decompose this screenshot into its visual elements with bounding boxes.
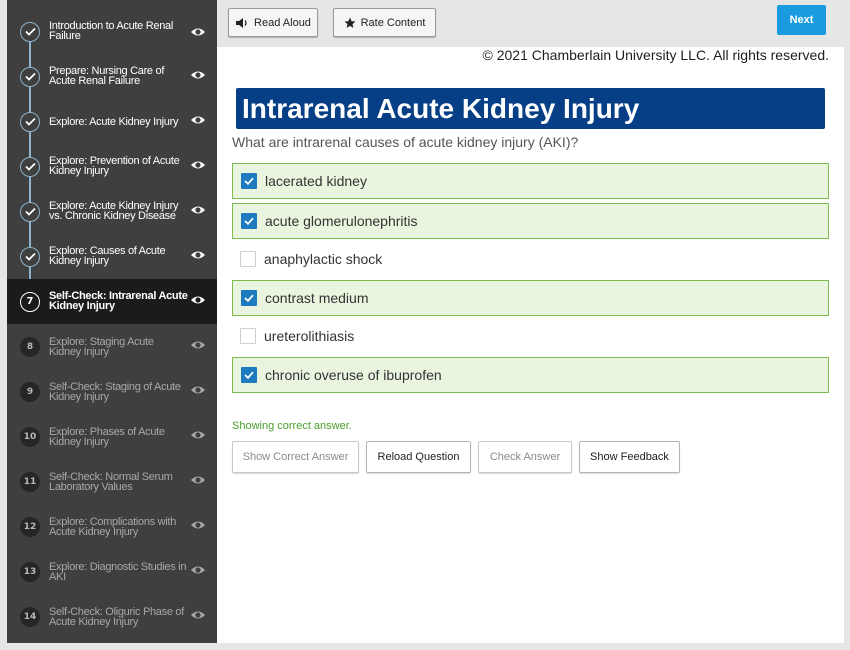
eye-icon[interactable] — [190, 429, 206, 441]
sidebar-item-label: Self-Check: Oliguric Phase of Acute Kidne… — [49, 606, 184, 628]
eye-icon[interactable] — [190, 339, 206, 351]
sidebar-item-self-check-staging[interactable]: 9 Self-Check: Staging of Acute Kidney Inj… — [7, 369, 217, 414]
eye-icon[interactable] — [190, 474, 206, 486]
read-aloud-button[interactable]: Read Aloud — [228, 8, 318, 37]
check-icon — [20, 111, 40, 132]
eye-icon[interactable] — [190, 159, 206, 171]
star-icon — [344, 17, 356, 28]
answer-status-text: Showing correct answer. — [232, 420, 352, 432]
answer-option-label: acute glomerulonephritis — [265, 213, 418, 229]
sidebar-item-label: Explore: Diagnostic Studies in AKI — [49, 561, 187, 583]
checkbox-unchecked-icon[interactable] — [240, 328, 256, 344]
content-panel: © 2021 Chamberlain University LLC. All r… — [217, 47, 844, 643]
step-number-badge: 13 — [20, 561, 40, 582]
step-number-badge: 11 — [20, 471, 40, 492]
check-icon — [20, 201, 40, 222]
next-button[interactable]: Next — [777, 5, 826, 35]
sidebar-item-explore-diagnostic-studies[interactable]: 13 Explore: Diagnostic Studies in AKI — [7, 549, 217, 594]
answer-option-label: chronic overuse of ibuprofen — [265, 367, 442, 383]
eye-icon[interactable] — [190, 26, 206, 38]
eye-icon[interactable] — [190, 519, 206, 531]
check-answer-button[interactable]: Check Answer — [478, 441, 572, 473]
eye-icon[interactable] — [190, 114, 206, 126]
step-number-badge: 7 — [20, 291, 40, 312]
rate-content-label: Rate Content — [360, 16, 426, 29]
check-icon — [20, 246, 40, 267]
step-number-badge: 9 — [20, 381, 40, 402]
checkbox-unchecked-icon[interactable] — [240, 251, 256, 267]
step-number-badge: 12 — [20, 516, 40, 537]
check-icon — [20, 156, 40, 177]
sidebar-item-explore-staging[interactable]: 8 Explore: Staging Acute Kidney Injury — [7, 324, 217, 369]
eye-icon[interactable] — [190, 204, 206, 216]
answer-option-label: lacerated kidney — [265, 173, 367, 189]
read-aloud-label: Read Aloud — [254, 16, 311, 29]
sidebar-item-label: Explore: Staging Acute Kidney Injury — [49, 336, 154, 358]
answer-option-acute-glomerulonephritis[interactable]: acute glomerulonephritis — [232, 203, 829, 239]
sidebar-item-self-check-oliguric[interactable]: 14 Self-Check: Oliguric Phase of Acute Ki… — [7, 594, 217, 639]
step-number-badge: 10 — [20, 426, 40, 447]
rate-content-button[interactable]: Rate Content — [333, 8, 436, 37]
copyright-text: © 2021 Chamberlain University LLC. All r… — [482, 47, 829, 63]
sidebar-item-label: Explore: Complications with Acute Kidney … — [49, 516, 177, 538]
sidebar-item-label: Explore: Phases of Acute Kidney Injury — [49, 426, 165, 448]
answer-option-ureterolithiasis[interactable]: ureterolithiasis — [232, 318, 829, 354]
speaker-icon — [236, 17, 247, 28]
answer-option-chronic-overuse-of-ibuprofen[interactable]: chronic overuse of ibuprofen — [232, 357, 829, 393]
answer-option-lacerated-kidney[interactable]: lacerated kidney — [232, 163, 829, 199]
eye-icon[interactable] — [190, 609, 206, 621]
sidebar-item-explore-aki[interactable]: Explore: Acute Kidney Injury — [7, 99, 217, 144]
lesson-sidebar: Introduction to Acute Renal Failure Prepa… — [7, 0, 217, 643]
answer-option-contrast-medium[interactable]: contrast medium — [232, 280, 829, 316]
checkbox-checked-icon[interactable] — [241, 290, 257, 306]
sidebar-item-self-check-lab-values[interactable]: 11 Self-Check: Normal Serum Laboratory Va… — [7, 459, 217, 504]
sidebar-item-label: Introduction to Acute Renal Failure — [49, 20, 173, 42]
answer-option-anaphylactic-shock[interactable]: anaphylactic shock — [232, 241, 829, 277]
sidebar-item-explore-prevention[interactable]: Explore: Prevention of Acute Kidney Injur… — [7, 144, 217, 189]
page-title: Intrarenal Acute Kidney Injury — [236, 88, 825, 129]
answer-option-label: ureterolithiasis — [264, 328, 355, 344]
sidebar-item-label: Explore: Acute Kidney Injury vs. Chronic … — [49, 200, 179, 222]
question-text: What are intrarenal causes of acute kidn… — [232, 134, 579, 150]
step-number-badge: 8 — [20, 336, 40, 357]
eye-icon[interactable] — [190, 249, 206, 261]
sidebar-item-label: Prepare: Nursing Care of Acute Renal Fail… — [49, 65, 165, 87]
check-icon — [20, 21, 40, 42]
eye-icon[interactable] — [190, 294, 206, 306]
sidebar-item-introduction[interactable]: Introduction to Acute Renal Failure — [7, 9, 217, 54]
checkbox-checked-icon[interactable] — [241, 367, 257, 383]
sidebar-item-explore-phases[interactable]: 10 Explore: Phases of Acute Kidney Injury — [7, 414, 217, 459]
sidebar-item-label: Self-Check: Staging of Acute Kidney Injur… — [49, 381, 181, 403]
sidebar-item-explore-complications[interactable]: 12 Explore: Complications with Acute Kidn… — [7, 504, 217, 549]
show-correct-answer-button[interactable]: Show Correct Answer — [232, 441, 359, 473]
checkbox-checked-icon[interactable] — [241, 213, 257, 229]
eye-icon[interactable] — [190, 564, 206, 576]
sidebar-item-label: Self-Check: Intrarenal Acute Kidney Injur… — [49, 290, 188, 312]
sidebar-item-label: Explore: Prevention of Acute Kidney Injur… — [49, 155, 180, 177]
show-feedback-button[interactable]: Show Feedback — [579, 441, 680, 473]
answer-option-label: contrast medium — [265, 290, 369, 306]
top-toolbar: Read Aloud Rate Content Next — [217, 0, 844, 47]
reload-question-button[interactable]: Reload Question — [366, 441, 471, 473]
sidebar-item-explore-aki-vs-ckd[interactable]: Explore: Acute Kidney Injury vs. Chronic … — [7, 189, 217, 234]
answer-option-label: anaphylactic shock — [264, 251, 383, 267]
sidebar-item-label: Explore: Acute Kidney Injury — [49, 116, 179, 128]
sidebar-item-prepare-nursing-care[interactable]: Prepare: Nursing Care of Acute Renal Fail… — [7, 54, 217, 99]
sidebar-item-label: Explore: Causes of Acute Kidney Injury — [49, 245, 166, 267]
sidebar-item-label: Self-Check: Normal Serum Laboratory Value… — [49, 471, 173, 493]
eye-icon[interactable] — [190, 69, 206, 81]
check-icon — [20, 66, 40, 87]
sidebar-item-self-check-intrarenal[interactable]: 7 Self-Check: Intrarenal Acute Kidney Inj… — [7, 279, 217, 324]
step-number-badge: 14 — [20, 606, 40, 627]
sidebar-item-explore-causes[interactable]: Explore: Causes of Acute Kidney Injury — [7, 234, 217, 279]
eye-icon[interactable] — [190, 384, 206, 396]
checkbox-checked-icon[interactable] — [241, 173, 257, 189]
